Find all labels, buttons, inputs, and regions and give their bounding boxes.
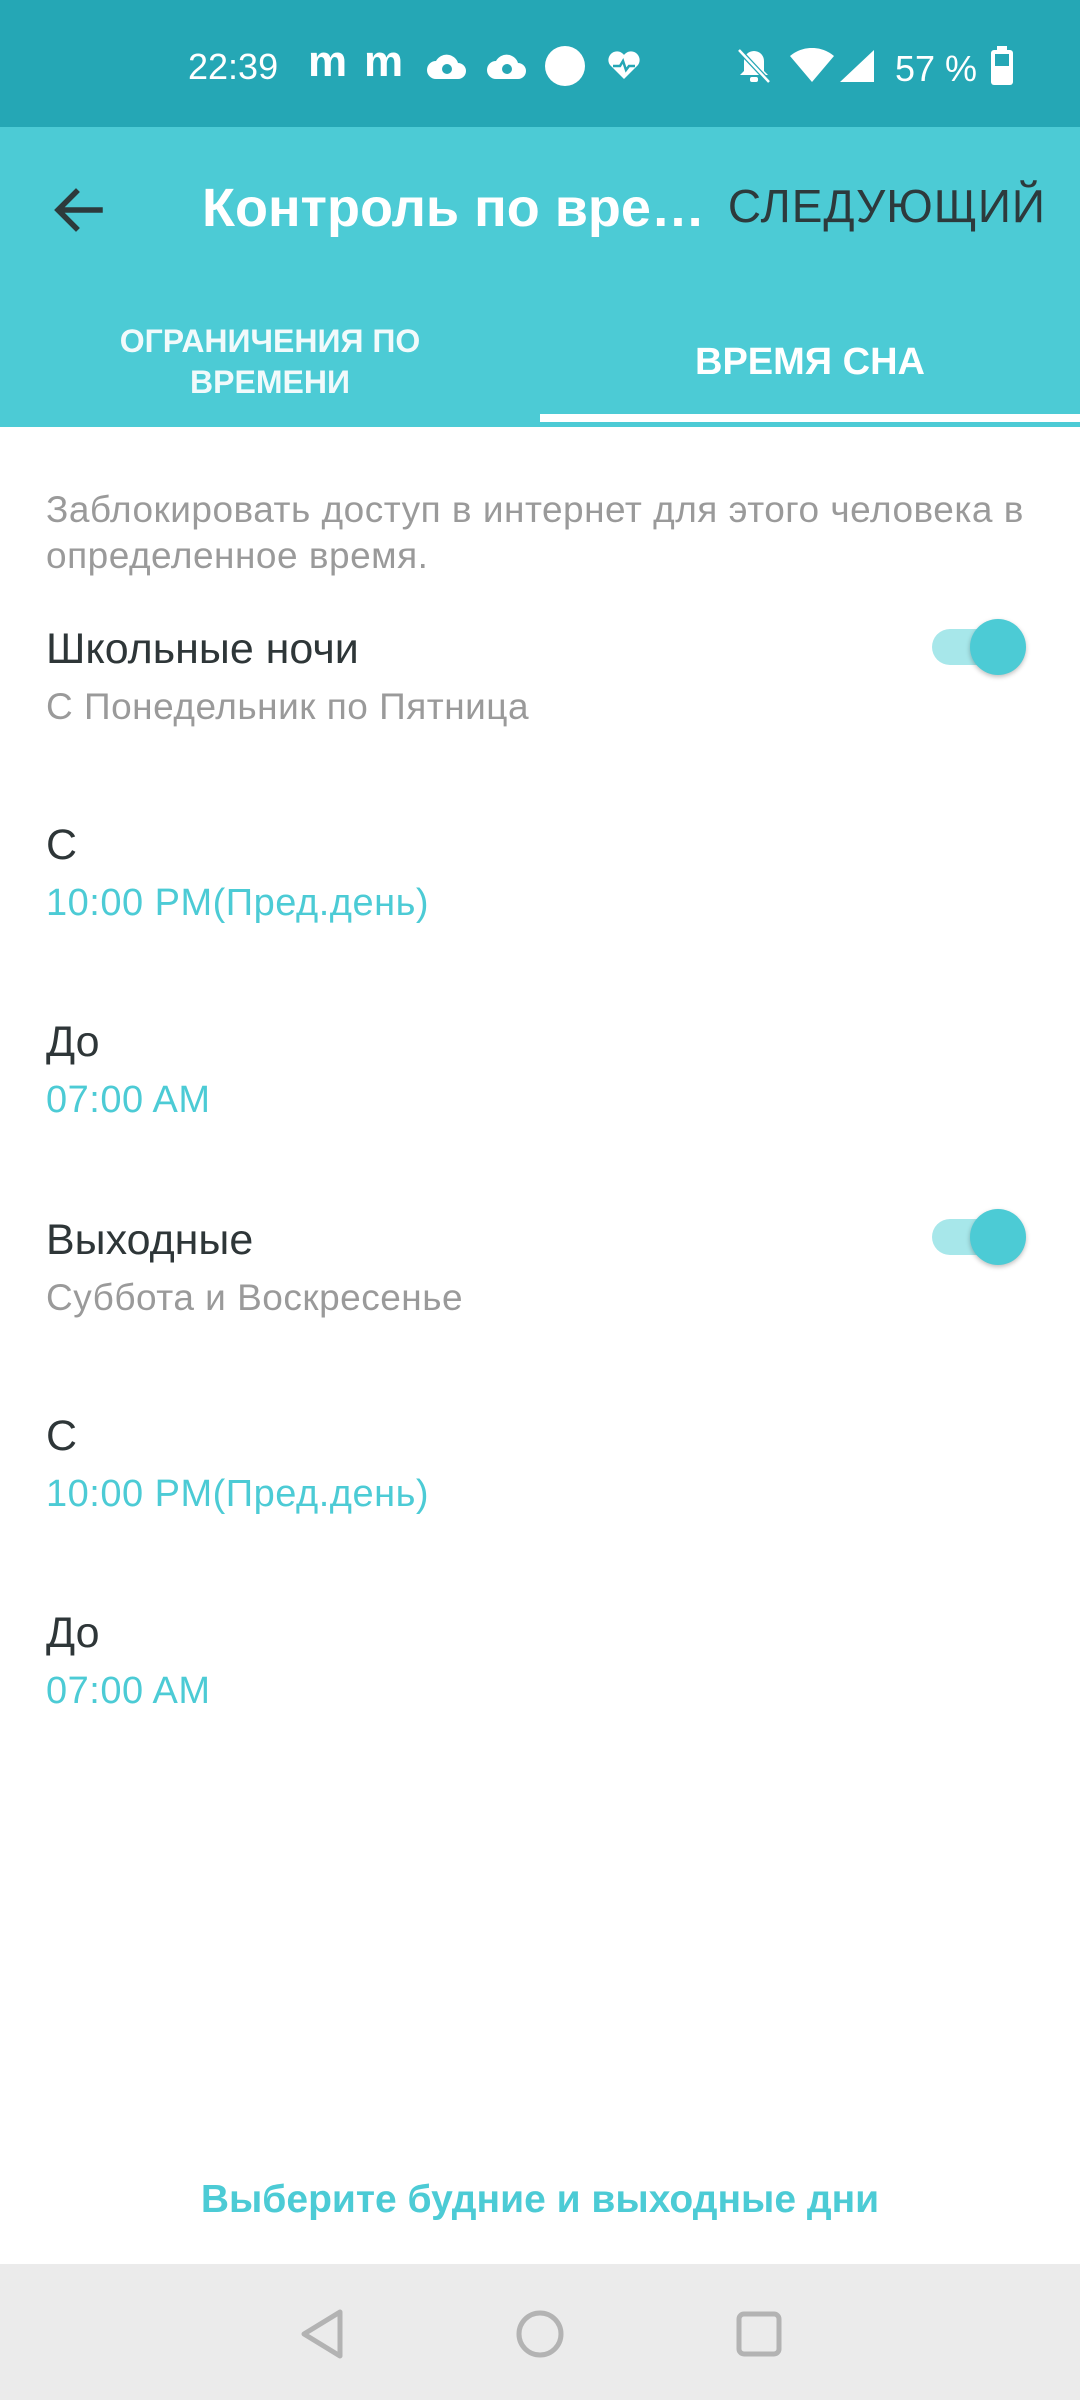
toggle-thumb <box>970 1209 1026 1265</box>
back-triangle-icon <box>301 2309 343 2359</box>
school-nights-days: С Понедельник по Пятница <box>46 686 530 727</box>
circle-icon <box>542 44 588 88</box>
notification-m-icon: m <box>308 37 348 86</box>
app-bar: Контроль по вре… СЛЕДУЮЩИЙ ОГРАНИЧЕНИЯ П… <box>0 127 1080 427</box>
school-nights-to-row[interactable]: До 07:00 AM <box>46 1018 1046 1122</box>
signal-icon <box>836 44 878 88</box>
school-nights-from-row[interactable]: С 10:00 PM(Пред.день) <box>46 821 1046 925</box>
to-time-value: 07:00 AM <box>46 1079 211 1121</box>
system-nav-bar <box>0 2264 1080 2400</box>
home-circle-icon <box>516 2310 564 2358</box>
back-button[interactable] <box>40 172 116 248</box>
weekend-toggle[interactable] <box>932 1207 1028 1267</box>
page-title: Контроль по вре… <box>202 178 705 238</box>
cloud-icon <box>484 44 530 88</box>
school-nights-toggle[interactable] <box>932 617 1028 677</box>
status-time: 22:39 <box>188 46 279 87</box>
battery-icon <box>988 44 1016 88</box>
wifi-icon <box>788 44 836 88</box>
from-label: С <box>46 1412 78 1460</box>
heart-icon <box>604 44 644 88</box>
notification-m-icon: m <box>364 37 404 86</box>
cloud-icon <box>424 44 470 88</box>
weekend-row: Выходные Суббота и Воскресенье <box>46 1216 1046 1319</box>
select-days-link[interactable]: Выберите будние и выходные дни <box>0 2178 1080 2222</box>
nav-recents-button[interactable] <box>727 2302 791 2366</box>
weekend-label: Выходные <box>46 1216 254 1264</box>
tab-time-limits-label: ОГРАНИЧЕНИЯ ПО ВРЕМЕНИ <box>120 321 421 403</box>
to-label: До <box>46 1609 100 1657</box>
arrow-left-icon <box>54 188 103 232</box>
recents-square-icon <box>736 2311 782 2357</box>
from-label: С <box>46 821 78 869</box>
status-bar: 22:39 m m 57 % <box>0 0 1080 127</box>
nav-home-button[interactable] <box>508 2302 572 2366</box>
to-time-value: 07:00 AM <box>46 1670 211 1712</box>
from-time-value: 10:00 PM(Пред.день) <box>46 1473 430 1515</box>
nav-back-button[interactable] <box>290 2302 354 2366</box>
to-label: До <box>46 1018 100 1066</box>
battery-percent: 57 % <box>895 48 978 89</box>
school-nights-label: Школьные ночи <box>46 625 359 673</box>
tab-label-line: ОГРАНИЧЕНИЯ ПО <box>119 323 421 359</box>
tab-bedtime[interactable]: ВРЕМЯ СНА <box>540 297 1080 427</box>
weekend-days: Суббота и Воскресенье <box>46 1277 464 1318</box>
description-text: Заблокировать доступ в интернет для этог… <box>46 489 1024 576</box>
tab-label-line: ВРЕМЕНИ <box>190 364 350 400</box>
tab-indicator <box>540 414 1080 422</box>
weekend-from-row[interactable]: С 10:00 PM(Пред.день) <box>46 1412 1046 1516</box>
school-nights-row: Школьные ночи С Понедельник по Пятница <box>46 625 1046 728</box>
from-time-value: 10:00 PM(Пред.день) <box>46 882 430 924</box>
tab-time-limits[interactable]: ОГРАНИЧЕНИЯ ПО ВРЕМЕНИ <box>0 297 540 427</box>
toggle-thumb <box>970 619 1026 675</box>
tab-bedtime-label: ВРЕМЯ СНА <box>695 340 925 383</box>
next-button[interactable]: СЛЕДУЮЩИЙ <box>728 179 1046 233</box>
bell-off-icon <box>732 44 776 88</box>
weekend-to-row[interactable]: До 07:00 AM <box>46 1609 1046 1713</box>
